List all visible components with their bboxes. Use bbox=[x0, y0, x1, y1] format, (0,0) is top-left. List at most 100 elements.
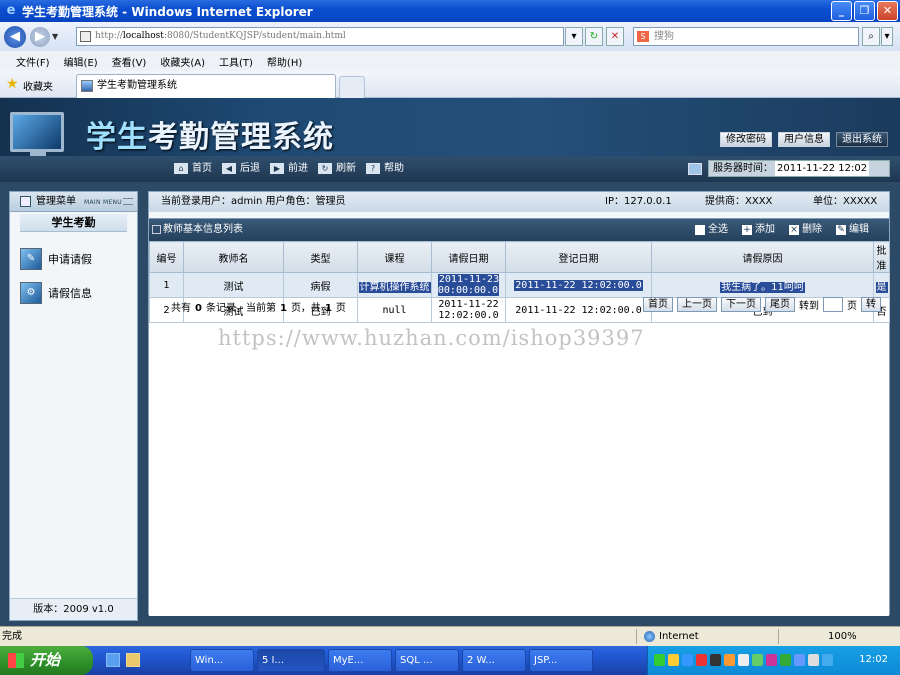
volume-icon[interactable] bbox=[822, 654, 833, 666]
menu-help[interactable]: 帮助(H) bbox=[267, 54, 302, 69]
refresh-icon[interactable]: ↻ bbox=[585, 27, 603, 46]
col-approved[interactable]: 批准 bbox=[873, 241, 890, 273]
maximize-button[interactable]: ❐ bbox=[854, 1, 875, 21]
clock: 12:02 bbox=[859, 654, 888, 665]
history-dropdown-icon[interactable]: ▼ bbox=[52, 32, 62, 41]
back-button[interactable]: ◀ bbox=[4, 25, 26, 48]
search-icon[interactable]: ⌕ bbox=[862, 27, 880, 46]
nav-refresh[interactable]: ↻ 刷新 bbox=[318, 161, 356, 176]
menu-edit[interactable]: 编辑(E) bbox=[64, 54, 98, 69]
task-ie[interactable]: 5 I... bbox=[257, 649, 325, 672]
collapse-icon[interactable] bbox=[123, 198, 133, 205]
tray-app-icon[interactable] bbox=[682, 654, 693, 666]
last-page-button[interactable]: 尾页 bbox=[765, 297, 795, 312]
goto-page-input[interactable] bbox=[823, 297, 843, 312]
col-course[interactable]: 课程 bbox=[357, 241, 432, 273]
security-zone[interactable]: Internet bbox=[644, 627, 699, 646]
col-teacher[interactable]: 教师名 bbox=[183, 241, 284, 273]
nav-back[interactable]: ◀ 后退 bbox=[222, 161, 260, 176]
tray-app-icon[interactable] bbox=[808, 654, 819, 666]
sidebar-item-leave-info[interactable]: ⚙ 请假信息 bbox=[20, 282, 92, 304]
tray-app-icon[interactable] bbox=[654, 654, 665, 666]
sidebar-title-en: MAIN MENU bbox=[84, 199, 122, 206]
tray-app-icon[interactable] bbox=[794, 654, 805, 666]
pencil-icon: ✎ bbox=[836, 225, 846, 235]
task-windows[interactable]: Win... bbox=[190, 649, 254, 672]
add-button[interactable]: + 添加 bbox=[742, 219, 775, 241]
start-button[interactable]: 开始 bbox=[0, 646, 93, 675]
task-jsp[interactable]: JSP... bbox=[529, 649, 593, 672]
task-myeclipse[interactable]: MyE... bbox=[328, 649, 392, 672]
nav-home[interactable]: ⌂ 首页 bbox=[174, 161, 212, 176]
server-icon bbox=[688, 163, 702, 175]
menu-view[interactable]: 查看(V) bbox=[112, 54, 147, 69]
forward-button[interactable]: ▶ bbox=[30, 26, 50, 47]
system-tray: 12:02 bbox=[647, 646, 900, 675]
ip-address: IP：127.0.0.1 bbox=[605, 196, 672, 207]
ie-logo-icon: e bbox=[6, 3, 16, 18]
folder-quicklaunch-icon[interactable] bbox=[126, 653, 140, 667]
tab-page-icon bbox=[81, 80, 93, 92]
nav-help[interactable]: ? 帮助 bbox=[366, 161, 404, 176]
col-id[interactable]: 编号 bbox=[149, 241, 184, 273]
search-input[interactable]: S 搜狗 bbox=[633, 27, 859, 46]
tray-app-icon[interactable] bbox=[752, 654, 763, 666]
nav-refresh-label: 刷新 bbox=[336, 163, 356, 174]
ie-quicklaunch-icon[interactable] bbox=[106, 653, 120, 667]
tray-app-icon[interactable] bbox=[780, 654, 791, 666]
window-controls: _ ❐ ✕ bbox=[831, 1, 898, 21]
menu-favorites[interactable]: 收藏夹(A) bbox=[160, 54, 205, 69]
favorites-star-icon[interactable]: ★ bbox=[6, 77, 19, 91]
new-tab-button[interactable] bbox=[339, 76, 365, 98]
task-sql[interactable]: SQL ... bbox=[395, 649, 459, 672]
page-icon bbox=[80, 31, 91, 42]
favorites-button[interactable]: 收藏夹 bbox=[23, 78, 53, 93]
tray-app-icon[interactable] bbox=[766, 654, 777, 666]
table-row[interactable]: 1 测试 病假 计算机操作系统 2011-11-23 00:00:00.0 20… bbox=[149, 272, 890, 298]
minimize-button[interactable]: _ bbox=[831, 1, 852, 21]
col-type[interactable]: 类型 bbox=[283, 241, 358, 273]
record-count: 0 bbox=[195, 303, 202, 314]
close-button[interactable]: ✕ bbox=[877, 1, 898, 21]
col-leave-date[interactable]: 请假日期 bbox=[431, 241, 506, 273]
list-icon bbox=[152, 225, 161, 234]
address-dropdown-icon[interactable]: ▾ bbox=[565, 27, 583, 46]
sidebar-group-attendance[interactable]: 学生考勤 bbox=[20, 214, 127, 232]
first-page-button[interactable]: 首页 bbox=[643, 297, 673, 312]
status-divider bbox=[778, 629, 779, 644]
tray-app-icon[interactable] bbox=[724, 654, 735, 666]
current-user: 当前登录用户：admin 用户角色：管理员 bbox=[161, 196, 346, 207]
stop-icon[interactable]: ✕ bbox=[606, 27, 624, 46]
user-info-button[interactable]: 用户信息 bbox=[778, 132, 830, 147]
address-input[interactable]: http://localhost:8080/StudentKQJSP/stude… bbox=[76, 27, 564, 46]
selected-course-text: 计算机操作系统 bbox=[358, 281, 431, 293]
logout-button[interactable]: 退出系统 bbox=[836, 132, 888, 147]
nav-home-label: 首页 bbox=[192, 163, 212, 174]
url-scheme: http:// bbox=[95, 31, 123, 41]
menu-tools[interactable]: 工具(T) bbox=[219, 54, 253, 69]
browser-tab[interactable]: 学生考勤管理系统 bbox=[76, 74, 336, 98]
cell-teacher: 测试 bbox=[183, 272, 284, 298]
go-button[interactable]: 转 bbox=[861, 297, 881, 312]
tray-app-icon[interactable] bbox=[710, 654, 721, 666]
tray-app-icon[interactable] bbox=[696, 654, 707, 666]
delete-button[interactable]: × 删除 bbox=[789, 219, 822, 241]
next-page-button[interactable]: 下一页 bbox=[721, 297, 761, 312]
nav-forward[interactable]: ▶ 前进 bbox=[270, 161, 308, 176]
tray-app-icon[interactable] bbox=[738, 654, 749, 666]
edit-button[interactable]: ✎ 编辑 bbox=[836, 219, 869, 241]
sidebar-header: 管理菜单 MAIN MENU bbox=[10, 192, 137, 212]
search-dropdown-icon[interactable]: ▾ bbox=[881, 27, 893, 46]
select-all-button[interactable]: 全选 bbox=[695, 219, 728, 241]
window-title-bar[interactable]: e 学生考勤管理系统 - Windows Internet Explorer _… bbox=[0, 0, 900, 22]
zoom-level[interactable]: 100% bbox=[828, 627, 857, 646]
sidebar-item-apply-leave[interactable]: ✎ 申请请假 bbox=[20, 248, 92, 270]
menu-file[interactable]: 文件(F) bbox=[16, 54, 50, 69]
task-explorer[interactable]: 2 W... bbox=[462, 649, 526, 672]
change-password-button[interactable]: 修改密码 bbox=[720, 132, 772, 147]
col-reason[interactable]: 请假原因 bbox=[651, 241, 874, 273]
pager-prefix: 共有 bbox=[171, 303, 191, 314]
prev-page-button[interactable]: 上一页 bbox=[677, 297, 717, 312]
col-register-date[interactable]: 登记日期 bbox=[505, 241, 652, 273]
tray-app-icon[interactable] bbox=[668, 654, 679, 666]
